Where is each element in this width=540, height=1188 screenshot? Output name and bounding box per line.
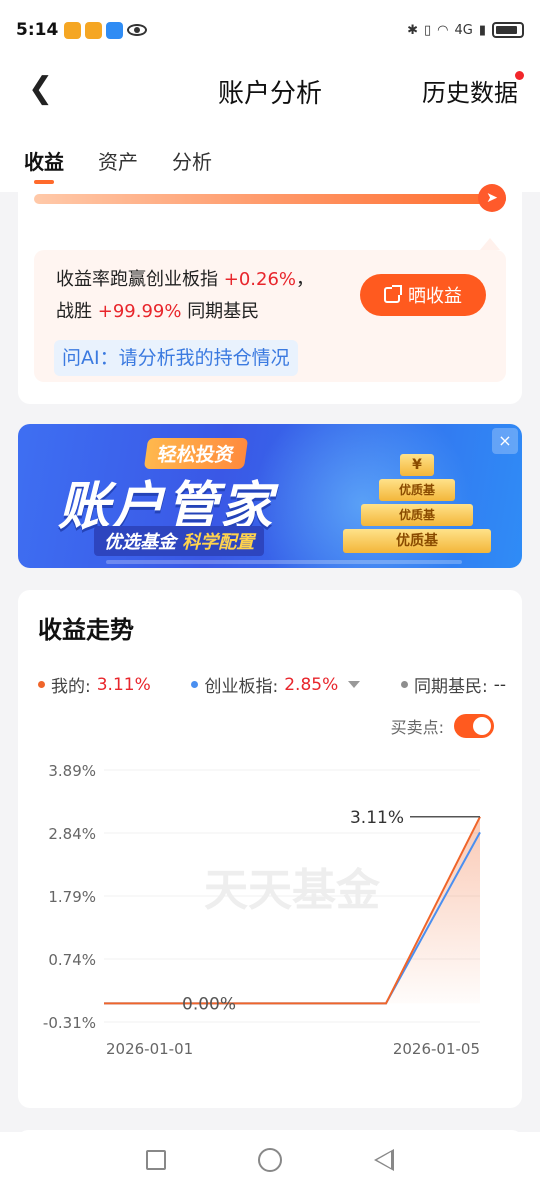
status-time: 5:14 xyxy=(16,20,59,40)
x-tick-label: 2026-01-05 xyxy=(393,1040,480,1058)
yuan-coin-icon: ¥ xyxy=(400,454,434,476)
x-tick-label: 2026-01-01 xyxy=(106,1040,193,1058)
promo-banner[interactable]: 轻松投资 账户管家 优选基金 科学配置 ¥ 优质基 优质基 优质基 × xyxy=(18,424,522,568)
legend-label: 创业板指: xyxy=(204,677,279,697)
trade-points-control: 买卖点: xyxy=(391,714,494,738)
comparison-box: 收益率跑赢创业板指 +0.26%， 战胜 +99.99% 同期基民 晒收益 问A… xyxy=(34,250,506,382)
legend-value: 3.11% xyxy=(96,674,151,695)
navigation-bar: ❮ 账户分析 历史数据 xyxy=(0,60,540,120)
app-notification-icon xyxy=(85,21,103,39)
beat-investors-label: 战胜 xyxy=(56,301,92,322)
back-icon[interactable] xyxy=(374,1149,394,1171)
banner-disclaimer xyxy=(106,560,462,564)
wifi-icon: ◠ xyxy=(437,22,449,38)
chart-legend: 我的: 3.11% 创业板指: 2.85% 同期基民: -- xyxy=(38,672,506,697)
tab-earnings[interactable]: 收益 xyxy=(24,120,64,192)
beat-investors-suffix: 同期基民 xyxy=(187,301,260,322)
callout-start-label: 0.00% xyxy=(182,994,236,1014)
system-status-icons: ✱ ▯ ◠ 4G ▮ xyxy=(407,22,524,38)
legend-dot xyxy=(38,681,45,688)
legend-value: 2.85% xyxy=(284,674,339,695)
bluetooth-icon: ✱ xyxy=(407,22,418,38)
trade-points-label: 买卖点: xyxy=(390,718,444,737)
tab-analysis[interactable]: 分析 xyxy=(172,120,212,192)
beat-index-value: +0.26% xyxy=(223,269,296,290)
recent-apps-icon[interactable] xyxy=(146,1150,166,1170)
home-icon[interactable] xyxy=(258,1148,282,1172)
beat-progress-bar xyxy=(34,194,506,204)
legend-label: 我的: xyxy=(51,677,91,697)
y-tick-label: 0.74% xyxy=(48,951,96,969)
pyramid-level: 优质基 xyxy=(361,504,473,526)
legend-label: 同期基民: xyxy=(413,677,488,697)
tab-bar: 收益 资产 分析 xyxy=(0,120,540,192)
network-type: 4G xyxy=(454,22,473,38)
watermark: 天天基金 xyxy=(204,865,381,916)
share-earnings-button[interactable]: 晒收益 xyxy=(360,274,486,316)
ask-ai-chip[interactable]: 问AI：请分析我的持仓情况 xyxy=(54,340,298,376)
tab-assets[interactable]: 资产 xyxy=(98,120,138,192)
y-tick-label: 1.79% xyxy=(48,888,96,906)
signal-icon: ▮ xyxy=(478,22,486,38)
comparison-text: 收益率跑赢创业板指 +0.26%， 战胜 +99.99% 同期基民 xyxy=(56,264,314,328)
legend-value: -- xyxy=(493,674,506,695)
performance-summary-card: ➤ 收益率跑赢创业板指 +0.26%， 战胜 +99.99% 同期基民 晒收益 … xyxy=(18,184,522,404)
legend-dot xyxy=(400,681,408,688)
pointer-arrow xyxy=(480,238,500,250)
chat-notification-icon xyxy=(106,21,124,39)
pyramid-level: 优质基 xyxy=(379,479,455,501)
y-tick-label: -0.31% xyxy=(43,1014,96,1032)
notification-icons xyxy=(64,21,148,39)
y-tick-label: 3.89% xyxy=(48,762,96,780)
back-arrow-icon[interactable]: ❮ xyxy=(28,74,53,104)
status-bar: 5:14 ✱ ▯ ◠ 4G ▮ xyxy=(0,0,540,60)
system-navigation-bar xyxy=(0,1132,540,1188)
legend-chinext-index[interactable]: 创业板指: 2.85% xyxy=(191,672,361,697)
close-icon[interactable]: × xyxy=(492,428,518,454)
legend-mine: 我的: 3.11% xyxy=(38,672,151,697)
battery-icon xyxy=(492,22,524,38)
history-data-label: 历史数据 xyxy=(422,79,518,107)
eye-icon xyxy=(127,23,148,36)
beat-investors-value: +99.99% xyxy=(97,301,182,322)
rocket-icon: ➤ xyxy=(478,184,506,212)
pyramid-level: 优质基 xyxy=(343,529,491,553)
history-data-button[interactable]: 历史数据 xyxy=(422,71,524,108)
earnings-line-chart: 3.89% 2.84% 1.79% 0.74% -0.31% 天天基金 3.11% 0.00%… xyxy=(43,762,481,1058)
dropdown-caret-icon xyxy=(348,681,361,688)
app-notification-icon xyxy=(64,21,82,39)
beat-index-label: 收益率跑赢创业板指 xyxy=(56,269,218,290)
trend-title: 收益走势 xyxy=(38,616,134,644)
punctuation: ， xyxy=(296,269,314,290)
share-earnings-label: 晒收益 xyxy=(408,286,462,307)
earnings-trend-card: 收益走势 我的: 3.11% 创业板指: 2.85% 同期基民: -- 买卖点: 3.… xyxy=(18,590,522,1108)
unread-dot xyxy=(515,71,524,80)
trade-points-toggle[interactable] xyxy=(454,714,494,738)
banner-subtitle-b: 科学配置 xyxy=(182,532,255,553)
banner-subtitle-a: 优选基金 xyxy=(104,532,176,553)
legend-dot xyxy=(191,681,199,688)
vibrate-icon: ▯ xyxy=(423,22,432,38)
banner-subtitle: 优选基金 科学配置 xyxy=(94,526,265,556)
callout-end-label: 3.11% xyxy=(350,808,404,828)
y-tick-label: 2.84% xyxy=(48,825,96,843)
legend-peer-investors: 同期基民: -- xyxy=(400,672,506,697)
pyramid-graphic: ¥ 优质基 优质基 优质基 xyxy=(342,454,492,554)
share-icon xyxy=(384,285,402,303)
